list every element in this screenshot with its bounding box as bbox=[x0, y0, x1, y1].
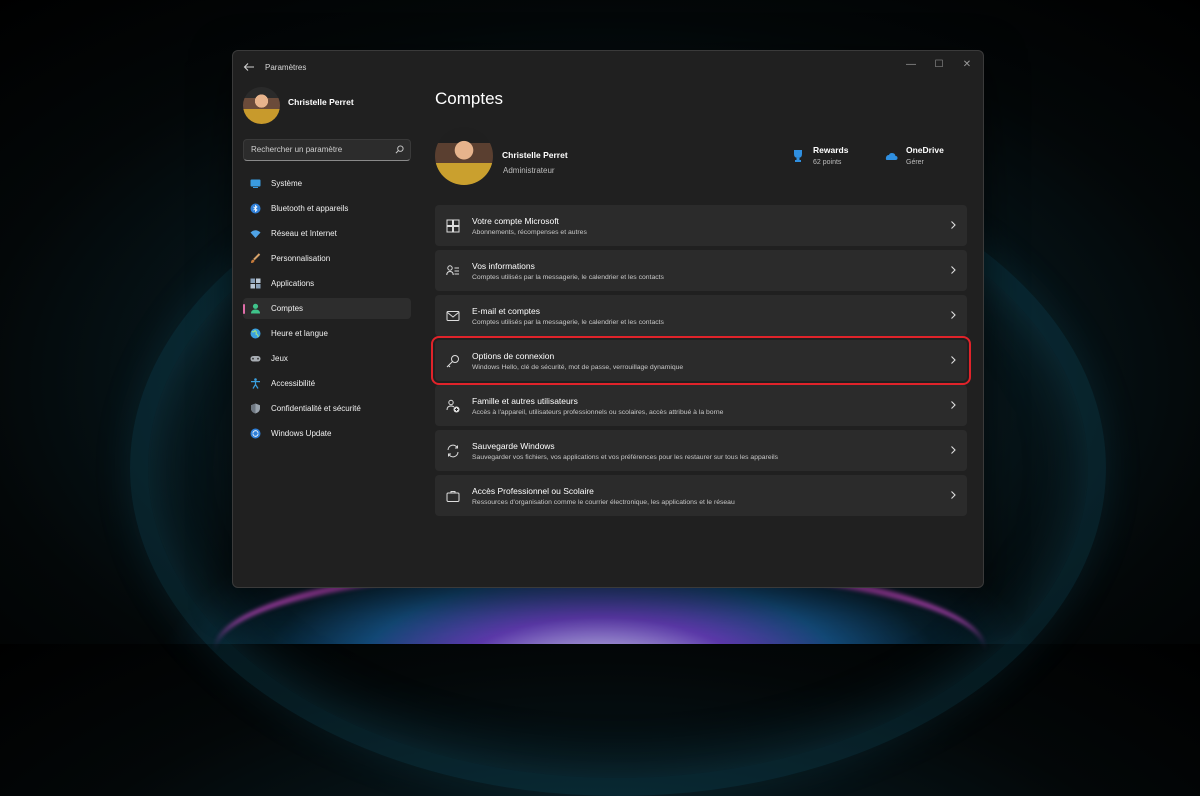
card-vos-informations[interactable]: Vos informations Comptes utilisés par la… bbox=[435, 250, 967, 291]
card-title: E-mail et comptes bbox=[472, 306, 541, 316]
sidebar-item-accessibilite[interactable]: Accessibilité bbox=[243, 373, 411, 394]
minimize-button[interactable]: — bbox=[899, 56, 923, 74]
bluetooth-icon bbox=[250, 203, 261, 214]
sidebar-item-label: Bluetooth et appareils bbox=[271, 204, 349, 213]
sidebar-user-name: Christelle Perret bbox=[288, 97, 354, 107]
key-icon bbox=[446, 355, 459, 368]
page-title: Comptes bbox=[435, 89, 504, 108]
sidebar-item-windows-update[interactable]: Windows Update bbox=[243, 423, 411, 444]
card-subtitle: Comptes utilisés par la messagerie, le c… bbox=[472, 274, 664, 281]
close-button[interactable]: ✕ bbox=[955, 56, 979, 74]
card-subtitle: Accès à l'appareil, utilisateurs profess… bbox=[472, 409, 724, 416]
card-subtitle: Windows Hello, clé de sécurité, mot de p… bbox=[472, 364, 684, 371]
sidebar-item-label: Comptes bbox=[271, 304, 304, 313]
sidebar-item-label: Personnalisation bbox=[271, 254, 331, 263]
back-button[interactable] bbox=[243, 61, 257, 73]
search-icon[interactable] bbox=[395, 145, 404, 154]
rewards-value: 62 points bbox=[813, 159, 842, 166]
briefcase-icon bbox=[446, 491, 460, 502]
sidebar-item-label: Accessibilité bbox=[271, 379, 316, 388]
sidebar-item-reseau[interactable]: Réseau et Internet bbox=[243, 223, 411, 244]
sidebar-item-systeme[interactable]: Système bbox=[243, 173, 411, 194]
card-title: Sauvegarde Windows bbox=[472, 441, 555, 451]
sidebar-avatar[interactable] bbox=[243, 87, 280, 124]
chevron-right-icon bbox=[951, 221, 956, 229]
card-subtitle: Abonnements, récompenses et autres bbox=[472, 229, 587, 236]
card-email-comptes[interactable]: E-mail et comptes Comptes utilisés par l… bbox=[435, 295, 967, 336]
card-title: Votre compte Microsoft bbox=[472, 216, 559, 226]
trophy-icon bbox=[794, 150, 802, 162]
chevron-right-icon bbox=[951, 401, 956, 409]
update-icon bbox=[250, 428, 261, 439]
sidebar-nav: Système Bluetooth et appareils Réseau et… bbox=[243, 173, 411, 448]
sidebar-item-confidentialite[interactable]: Confidentialité et sécurité bbox=[243, 398, 411, 419]
card-subtitle: Comptes utilisés par la messagerie, le c… bbox=[472, 319, 664, 326]
card-acces-professionnel[interactable]: Accès Professionnel ou Scolaire Ressourc… bbox=[435, 475, 967, 516]
windows-logo-icon bbox=[446, 219, 460, 233]
chevron-right-icon bbox=[951, 266, 956, 274]
card-famille-utilisateurs[interactable]: Famille et autres utilisateurs Accès à l… bbox=[435, 385, 967, 426]
settings-window: Paramètres — ☐ ✕ Christelle Perret Reche… bbox=[232, 50, 984, 588]
card-microsoft-account[interactable]: Votre compte Microsoft Abonnements, réco… bbox=[435, 205, 967, 246]
person-details-icon bbox=[446, 265, 459, 276]
app-title: Paramètres bbox=[265, 63, 307, 72]
sidebar-item-label: Applications bbox=[271, 279, 315, 288]
backup-icon bbox=[447, 444, 459, 458]
card-options-connexion[interactable]: Options de connexion Windows Hello, clé … bbox=[431, 336, 971, 385]
sidebar-item-label: Heure et langue bbox=[271, 329, 328, 338]
sidebar-item-label: Jeux bbox=[271, 354, 288, 363]
card-subtitle: Ressources d'organisation comme le courr… bbox=[472, 499, 735, 506]
sidebar-item-personnalisation[interactable]: Personnalisation bbox=[243, 248, 411, 269]
accounts-icon bbox=[251, 303, 260, 314]
arrow-left-icon bbox=[243, 63, 254, 71]
cloud-icon bbox=[885, 153, 898, 160]
mail-icon bbox=[446, 311, 460, 321]
wifi-icon bbox=[250, 230, 261, 238]
card-title: Accès Professionnel ou Scolaire bbox=[472, 486, 594, 496]
brush-icon bbox=[251, 253, 261, 263]
sidebar-item-label: Confidentialité et sécurité bbox=[271, 404, 361, 413]
chevron-right-icon bbox=[951, 491, 956, 499]
maximize-button[interactable]: ☐ bbox=[927, 56, 951, 74]
family-icon bbox=[446, 399, 460, 413]
shield-icon bbox=[251, 403, 260, 414]
gamepad-icon bbox=[250, 356, 261, 362]
card-title: Vos informations bbox=[472, 261, 535, 271]
profile-name: Christelle Perret bbox=[502, 150, 568, 160]
settings-cards: Votre compte Microsoft Abonnements, réco… bbox=[431, 205, 971, 520]
card-subtitle: Sauvegarder vos fichiers, vos applicatio… bbox=[472, 454, 779, 461]
sidebar-item-label: Système bbox=[271, 179, 303, 188]
sidebar-item-label: Windows Update bbox=[271, 429, 332, 438]
rewards-label: Rewards bbox=[813, 145, 849, 155]
accessibility-icon bbox=[251, 378, 260, 389]
sidebar-item-bluetooth[interactable]: Bluetooth et appareils bbox=[243, 198, 411, 219]
globe-icon bbox=[250, 328, 261, 339]
card-sauvegarde-windows[interactable]: Sauvegarde Windows Sauvegarder vos fichi… bbox=[435, 430, 967, 471]
title-bar: Paramètres — ☐ ✕ bbox=[233, 51, 983, 81]
chevron-right-icon bbox=[951, 356, 956, 364]
system-icon bbox=[250, 179, 261, 188]
sidebar-item-jeux[interactable]: Jeux bbox=[243, 348, 411, 369]
apps-icon bbox=[250, 278, 261, 289]
sidebar-item-heure-langue[interactable]: Heure et langue bbox=[243, 323, 411, 344]
card-title: Options de connexion bbox=[472, 351, 555, 361]
sidebar-item-applications[interactable]: Applications bbox=[243, 273, 411, 294]
chevron-right-icon bbox=[951, 446, 956, 454]
card-title: Famille et autres utilisateurs bbox=[472, 396, 578, 406]
profile-role: Administrateur bbox=[503, 166, 555, 175]
onedrive-value: Gérer bbox=[906, 159, 924, 166]
search-input[interactable]: Rechercher un paramètre bbox=[251, 145, 342, 154]
chevron-right-icon bbox=[951, 311, 956, 319]
sidebar-item-comptes[interactable]: Comptes bbox=[243, 298, 411, 319]
sidebar-item-label: Réseau et Internet bbox=[271, 229, 337, 238]
search-box[interactable]: Rechercher un paramètre bbox=[243, 139, 411, 161]
onedrive-label: OneDrive bbox=[906, 145, 944, 155]
profile-avatar[interactable] bbox=[435, 127, 493, 185]
